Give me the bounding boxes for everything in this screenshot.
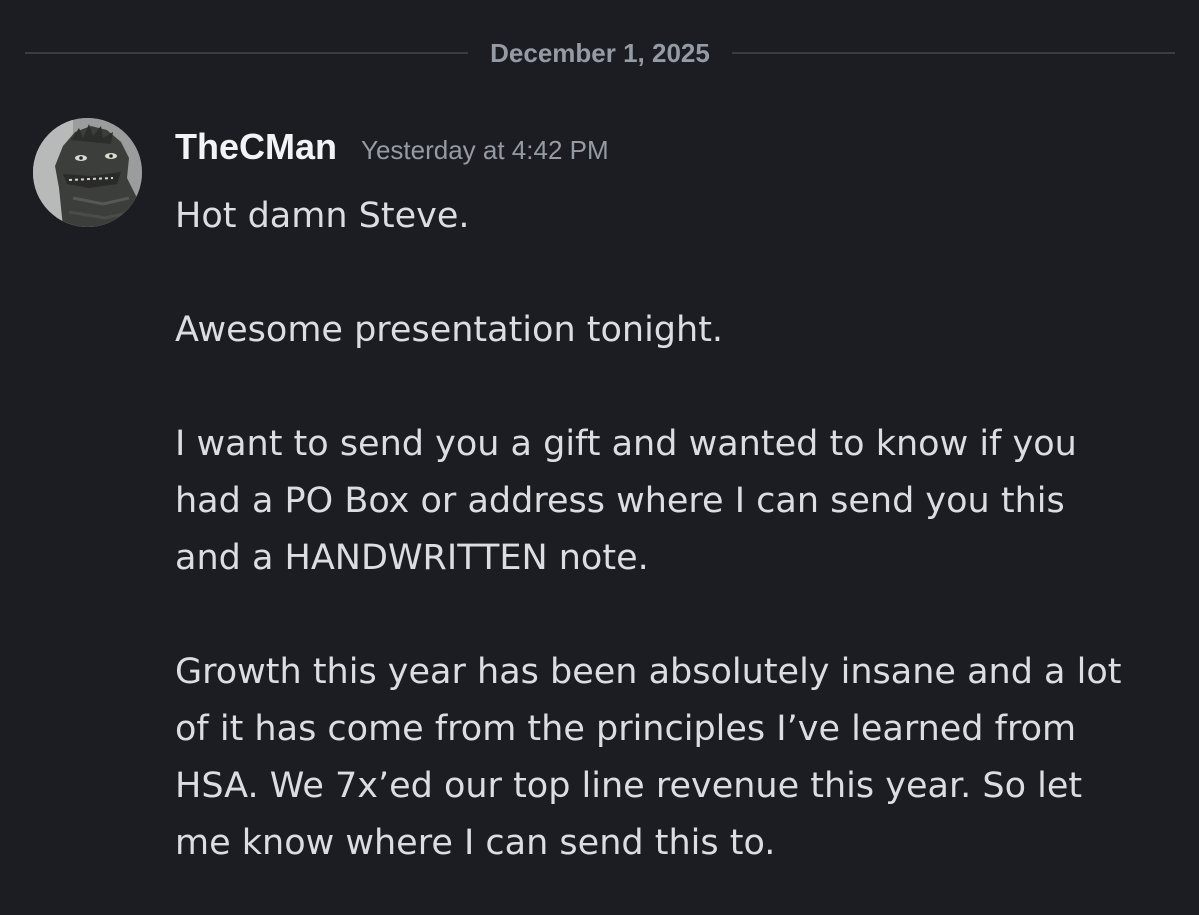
divider-line-left — [25, 52, 469, 54]
message-line: of it has come from the principles I’ve … — [175, 709, 1077, 749]
chat-view: December 1, 2025 TheCMan Yesterday at 4:… — [0, 0, 1199, 915]
message-timestamp[interactable]: Yesterday at 4:42 PM — [361, 135, 609, 166]
godzilla-avatar-icon — [33, 118, 142, 227]
message-line: Growth this year has been absolutely ins… — [175, 652, 1122, 692]
username[interactable]: TheCMan — [175, 126, 337, 168]
message-line: had a PO Box or address where I can send… — [175, 481, 1065, 521]
message-content: Hot damn Steve. Awesome presentation ton… — [175, 188, 1175, 872]
message-line: me know where I can send this to. — [175, 823, 776, 863]
message-line: Awesome presentation tonight. — [175, 310, 724, 350]
message-paragraph: Growth this year has been absolutely ins… — [175, 644, 1175, 872]
message-header: TheCMan Yesterday at 4:42 PM — [175, 126, 609, 168]
divider-date: December 1, 2025 — [490, 37, 710, 68]
message-line: Hot damn Steve. — [175, 196, 470, 236]
message-paragraph: I want to send you a gift and wanted to … — [175, 416, 1175, 587]
message-line: I want to send you a gift and wanted to … — [175, 424, 1077, 464]
date-divider: December 1, 2025 — [25, 30, 1175, 76]
message-line: HSA. We 7x’ed our top line revenue this … — [175, 766, 1083, 806]
message-paragraph: Awesome presentation tonight. — [175, 302, 1175, 359]
message-line: and a HANDWRITTEN note. — [175, 538, 649, 578]
divider-line-right — [731, 52, 1175, 54]
message-paragraph: Hot damn Steve. — [175, 188, 1175, 245]
user-avatar[interactable] — [33, 118, 142, 227]
